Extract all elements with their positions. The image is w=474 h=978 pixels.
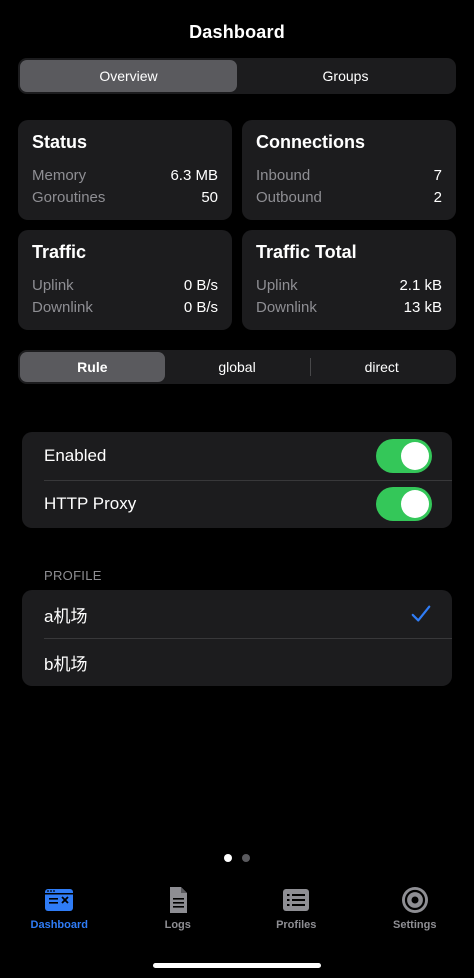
http-proxy-label: HTTP Proxy bbox=[44, 494, 137, 513]
segment-groups[interactable]: Groups bbox=[237, 60, 454, 92]
tab-label: Logs bbox=[164, 919, 191, 931]
page-dot-2[interactable] bbox=[242, 854, 250, 862]
inbound-row: Inbound 7 bbox=[256, 165, 442, 187]
profile-item-label: b机场 bbox=[44, 654, 88, 674]
profile-item-a[interactable]: a机场 bbox=[22, 590, 452, 638]
goroutines-label: Goroutines bbox=[32, 189, 106, 206]
segment-overview[interactable]: Overview bbox=[20, 60, 237, 92]
total-downlink-label: Downlink bbox=[256, 299, 317, 316]
profile-section-header: PROFILE bbox=[44, 568, 102, 583]
total-downlink-row: Downlink 13 kB bbox=[256, 297, 442, 319]
segment-divider bbox=[310, 358, 311, 376]
logs-icon bbox=[169, 887, 187, 913]
traffic-card-title: Traffic bbox=[32, 242, 87, 262]
segment-global[interactable]: global bbox=[165, 352, 310, 382]
enabled-row[interactable]: Enabled bbox=[22, 432, 452, 480]
status-card: Status Memory 6.3 MB Goroutines 50 bbox=[18, 120, 232, 220]
tab-label: Dashboard bbox=[30, 919, 88, 931]
profile-list: a机场 b机场 bbox=[22, 590, 452, 686]
goroutines-value: 50 bbox=[201, 189, 218, 206]
total-uplink-label: Uplink bbox=[256, 277, 298, 294]
http-proxy-toggle[interactable] bbox=[376, 487, 432, 521]
inbound-value: 7 bbox=[433, 167, 442, 184]
memory-row: Memory 6.3 MB bbox=[32, 165, 218, 187]
status-card-title: Status bbox=[32, 132, 88, 152]
tab-bar: Dashboard Logs Profiles Settings bbox=[0, 884, 474, 944]
view-segmented-control[interactable]: Overview Groups bbox=[18, 58, 456, 94]
tab-dashboard[interactable]: Dashboard bbox=[0, 884, 119, 944]
uplink-value: 0 B/s bbox=[183, 277, 218, 294]
segment-rule[interactable]: Rule bbox=[20, 352, 165, 382]
outbound-value: 2 bbox=[433, 189, 442, 206]
goroutines-row: Goroutines 50 bbox=[32, 187, 218, 209]
connections-card: Connections Inbound 7 Outbound 2 bbox=[242, 120, 456, 220]
settings-icon bbox=[401, 887, 428, 913]
traffic-total-card-title: Traffic Total bbox=[256, 242, 357, 262]
inbound-label: Inbound bbox=[256, 167, 311, 184]
profile-item-b[interactable]: b机场 bbox=[22, 638, 452, 686]
toggle-group: Enabled HTTP Proxy bbox=[22, 432, 452, 528]
uplink-row: Uplink 0 B/s bbox=[32, 275, 218, 297]
checkmark-icon bbox=[411, 605, 431, 622]
connections-card-title: Connections bbox=[256, 132, 366, 152]
memory-value: 6.3 MB bbox=[170, 167, 218, 184]
outbound-label: Outbound bbox=[256, 189, 322, 206]
total-uplink-value: 2.1 kB bbox=[399, 277, 442, 294]
home-indicator[interactable] bbox=[153, 963, 321, 968]
downlink-value: 0 B/s bbox=[183, 299, 218, 316]
page-title: Dashboard bbox=[189, 22, 285, 42]
profiles-icon bbox=[283, 889, 310, 911]
downlink-row: Downlink 0 B/s bbox=[32, 297, 218, 319]
http-proxy-row[interactable]: HTTP Proxy bbox=[22, 480, 452, 528]
enabled-label: Enabled bbox=[44, 446, 107, 465]
enabled-toggle[interactable] bbox=[376, 439, 432, 473]
tab-profiles[interactable]: Profiles bbox=[237, 884, 356, 944]
tab-label: Settings bbox=[393, 919, 437, 931]
outbound-row: Outbound 2 bbox=[256, 187, 442, 209]
traffic-card: Traffic Uplink 0 B/s Downlink 0 B/s bbox=[18, 230, 232, 330]
page-indicator[interactable] bbox=[0, 854, 474, 862]
downlink-label: Downlink bbox=[32, 299, 93, 316]
profile-item-label: a机场 bbox=[44, 606, 88, 626]
tab-label: Profiles bbox=[276, 919, 317, 931]
mode-segmented-control[interactable]: Rule global direct bbox=[18, 350, 456, 384]
uplink-label: Uplink bbox=[32, 277, 74, 294]
memory-label: Memory bbox=[32, 167, 87, 184]
toggle-knob bbox=[401, 442, 429, 470]
tab-logs[interactable]: Logs bbox=[119, 884, 238, 944]
traffic-total-card: Traffic Total Uplink 2.1 kB Downlink 13 … bbox=[242, 230, 456, 330]
segment-direct[interactable]: direct bbox=[309, 352, 454, 382]
page-dot-1[interactable] bbox=[224, 854, 232, 862]
toggle-knob bbox=[401, 490, 429, 518]
dashboard-icon bbox=[45, 889, 74, 911]
total-downlink-value: 13 kB bbox=[403, 299, 442, 316]
tab-settings[interactable]: Settings bbox=[356, 884, 474, 944]
total-uplink-row: Uplink 2.1 kB bbox=[256, 275, 442, 297]
